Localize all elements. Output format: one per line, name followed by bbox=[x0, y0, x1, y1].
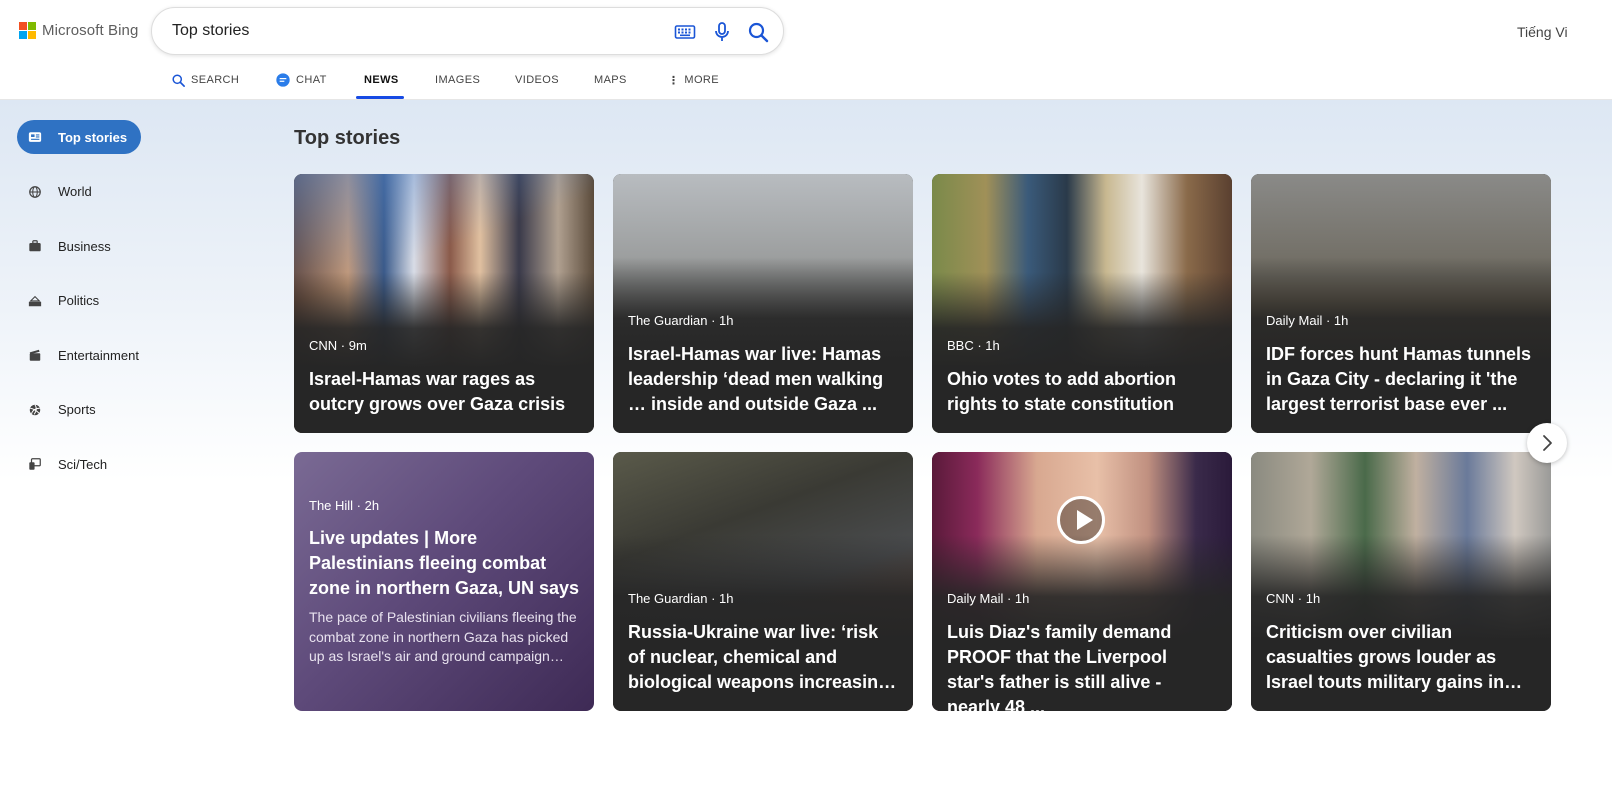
card-snippet: The pace of Palestinian civilians fleein… bbox=[309, 609, 577, 664]
tab-more[interactable]: ⋮ MORE bbox=[668, 70, 719, 90]
language-link[interactable]: Tiếng Vi bbox=[1517, 24, 1568, 40]
sidebar-item-business[interactable]: Business bbox=[17, 229, 237, 263]
bing-logo[interactable]: Microsoft Bing bbox=[19, 22, 138, 39]
card-title: IDF forces hunt Hamas tunnels in Gaza Ci… bbox=[1266, 344, 1532, 414]
tab-label: NEWS bbox=[364, 74, 399, 86]
sidebar-item-world[interactable]: World bbox=[17, 175, 237, 209]
sidebar-item-top-stories[interactable]: Top stories bbox=[17, 120, 141, 154]
sidebar-item-label: Entertainment bbox=[58, 347, 139, 363]
keyboard-icon[interactable] bbox=[673, 20, 697, 44]
active-tab-indicator bbox=[356, 96, 404, 99]
tab-search[interactable]: SEARCH bbox=[171, 70, 239, 90]
news-card[interactable]: CNN · 1h Criticism over civilian casualt… bbox=[1251, 452, 1551, 711]
card-title: Ohio votes to add abortion rights to sta… bbox=[947, 369, 1176, 414]
card-source: CNN · 9m bbox=[309, 338, 367, 353]
card-source: Daily Mail · 1h bbox=[947, 591, 1030, 606]
tab-chat[interactable]: CHAT bbox=[275, 70, 327, 90]
section-title: Top stories bbox=[294, 127, 401, 149]
card-source: The Guardian · 1h bbox=[628, 591, 734, 606]
newspaper-icon bbox=[28, 132, 42, 142]
tab-news[interactable]: NEWS bbox=[364, 70, 399, 90]
card-title: Criticism over civilian casualties grows… bbox=[1266, 622, 1523, 692]
sidebar-item-politics[interactable]: Politics bbox=[17, 284, 237, 318]
sidebar-item-label: Sci/Tech bbox=[58, 456, 108, 472]
clapperboard-icon bbox=[29, 349, 41, 361]
sidebar-item-sports[interactable]: Sports bbox=[17, 393, 237, 427]
card-source: BBC · 1h bbox=[947, 338, 1000, 353]
sidebar-item-label: World bbox=[58, 184, 92, 199]
search-icon[interactable] bbox=[746, 20, 770, 44]
sidebar-item-scitech[interactable]: Sci/Tech bbox=[17, 447, 237, 481]
microsoft-logo-icon bbox=[19, 22, 36, 39]
search-input[interactable]: Top stories bbox=[172, 22, 249, 40]
tab-videos[interactable]: VIDEOS bbox=[515, 70, 559, 90]
play-video-icon[interactable] bbox=[1057, 496, 1105, 544]
card-source: The Guardian · 1h bbox=[628, 313, 734, 328]
tab-label: CHAT bbox=[296, 74, 327, 86]
news-card[interactable]: Daily Mail · 1h Luis Diaz's family deman… bbox=[932, 452, 1232, 711]
tab-label: VIDEOS bbox=[515, 74, 559, 86]
news-card[interactable]: CNN · 9m Israel-Hamas war rages as outcr… bbox=[294, 174, 594, 433]
news-card[interactable]: Daily Mail · 1h IDF forces hunt Hamas tu… bbox=[1251, 174, 1551, 433]
nav-tabs: SEARCH CHAT NEWS IMAGES VIDEOS MAPS ⋮ MO… bbox=[0, 62, 900, 100]
card-title: Live updates | More Palestinians fleeing… bbox=[309, 528, 580, 598]
sidebar-item-entertainment[interactable]: Entertainment bbox=[17, 338, 237, 372]
volleyball-icon bbox=[29, 403, 41, 415]
tab-images[interactable]: IMAGES bbox=[435, 70, 480, 90]
tab-label: IMAGES bbox=[435, 74, 481, 86]
news-card[interactable]: BBC · 1h Ohio votes to add abortion righ… bbox=[932, 174, 1232, 433]
devices-icon bbox=[29, 458, 41, 470]
search-box[interactable]: Top stories bbox=[151, 7, 784, 55]
sidebar-item-label: Business bbox=[58, 238, 111, 254]
card-title: Israel-Hamas war live: Hamas leadership … bbox=[628, 344, 884, 414]
news-card[interactable]: The Guardian · 1h Russia-Ukraine war liv… bbox=[613, 452, 913, 711]
card-source: CNN · 1h bbox=[1266, 591, 1321, 606]
chevron-right-icon bbox=[1543, 435, 1552, 451]
chat-bubble-icon bbox=[276, 73, 290, 87]
carousel-next-button[interactable] bbox=[1527, 423, 1567, 463]
header: Microsoft Bing Top stories Tiếng Vi SEAR… bbox=[0, 0, 1612, 100]
card-source: Daily Mail · 1h bbox=[1266, 313, 1349, 328]
card-title: Russia-Ukraine war live: ‘risk of nuclea… bbox=[628, 622, 897, 692]
briefcase-icon bbox=[29, 240, 41, 252]
sidebar-item-label: Sports bbox=[58, 402, 96, 417]
podium-icon bbox=[28, 295, 42, 306]
tab-label: MAPS bbox=[594, 74, 627, 86]
microphone-icon[interactable] bbox=[710, 20, 734, 44]
sidebar-item-label: Politics bbox=[58, 293, 100, 308]
card-source: The Hill · 2h bbox=[309, 498, 380, 513]
tab-label: SEARCH bbox=[191, 74, 240, 86]
globe-icon bbox=[29, 185, 41, 198]
sidebar-item-label: Top stories bbox=[58, 129, 128, 145]
logo-text: Microsoft Bing bbox=[42, 22, 139, 39]
tab-maps[interactable]: MAPS bbox=[594, 70, 627, 90]
search-icon bbox=[172, 73, 185, 87]
news-card[interactable]: The Hill · 2h Live updates | More Palest… bbox=[294, 452, 594, 711]
category-sidebar: Top stories World Business Politics Ente… bbox=[17, 120, 237, 502]
news-card[interactable]: The Guardian · 1h Israel-Hamas war live:… bbox=[613, 174, 913, 433]
card-title: Israel-Hamas war rages as outcry grows o… bbox=[309, 369, 566, 414]
card-title: Luis Diaz's family demand PROOF that the… bbox=[947, 622, 1172, 711]
tab-label: MORE bbox=[684, 74, 720, 86]
more-dots-icon: ⋮ bbox=[668, 74, 680, 87]
